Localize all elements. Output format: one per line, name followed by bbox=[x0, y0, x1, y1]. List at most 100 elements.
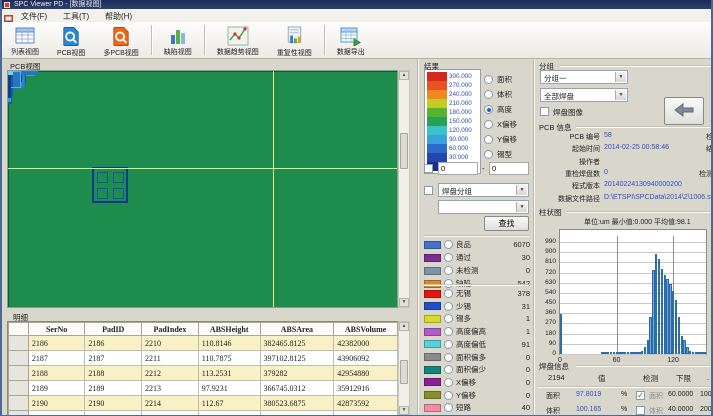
legend-item-Y偏移[interactable]: Y偏移0 bbox=[424, 390, 530, 401]
row-header-cell[interactable] bbox=[9, 366, 29, 381]
colorbar-tick: 180.000 bbox=[449, 109, 472, 116]
chevron-down-icon[interactable]: ▼ bbox=[516, 202, 527, 212]
height-colorbar: 300.000270.000240.000210.000180.000150.0… bbox=[424, 69, 481, 174]
metric-radio-2[interactable]: 高度 bbox=[484, 103, 512, 115]
radio-icon[interactable] bbox=[444, 253, 453, 262]
legend-item-X偏移[interactable]: X偏移0 bbox=[424, 377, 530, 388]
toolbar-button-multi-pcb-search[interactable]: 多PCB视图 bbox=[95, 23, 146, 57]
radio-icon[interactable] bbox=[484, 135, 493, 144]
radio-icon[interactable] bbox=[444, 327, 453, 336]
colorbar-band bbox=[427, 99, 447, 108]
toolbar-button-trend-chart[interactable]: 数据趋势视图 bbox=[209, 23, 267, 57]
group-filter-checkbox[interactable] bbox=[424, 186, 433, 195]
legend-item-少锡[interactable]: 少锡31 bbox=[424, 301, 530, 312]
groupbox-line bbox=[576, 126, 713, 127]
metric-radio-3[interactable]: X偏移 bbox=[484, 118, 517, 130]
range-filter-checkbox[interactable] bbox=[424, 164, 433, 173]
toolbar-button-list-view[interactable]: 列表视图 bbox=[3, 23, 47, 57]
search-button[interactable]: 查找 bbox=[484, 216, 529, 231]
range-from-input[interactable] bbox=[438, 162, 478, 175]
radio-icon[interactable] bbox=[484, 120, 493, 129]
table-cell: 2189 bbox=[28, 381, 85, 396]
radio-icon[interactable] bbox=[444, 314, 453, 323]
radio-icon[interactable] bbox=[444, 240, 453, 249]
metric-label: 体积 bbox=[497, 89, 512, 100]
radio-icon[interactable] bbox=[484, 150, 493, 159]
legend-item-高度偏低[interactable]: 高度偏低91 bbox=[424, 339, 530, 350]
row-header-cell[interactable] bbox=[9, 336, 29, 351]
legend-item-锡多[interactable]: 锡多1 bbox=[424, 313, 530, 324]
chevron-down-icon[interactable]: ▼ bbox=[516, 185, 527, 195]
radio-icon[interactable] bbox=[444, 403, 453, 412]
radio-icon[interactable] bbox=[444, 266, 453, 275]
table-row[interactable]: 21892189221397.9231366745.031235912916 bbox=[9, 381, 398, 396]
radio-icon[interactable] bbox=[444, 353, 453, 362]
legend-item-面积偏多[interactable]: 面积偏多0 bbox=[424, 352, 530, 363]
legend-count: 1 bbox=[526, 327, 530, 336]
pcb-bga-pad bbox=[97, 172, 108, 183]
legend-item-未检测[interactable]: 未检测0 bbox=[424, 265, 530, 276]
radio-icon[interactable] bbox=[484, 105, 493, 114]
pad-select[interactable]: 全部焊盘 ▼ bbox=[540, 88, 628, 102]
toolbar-button-pcb-search[interactable]: PCB视图 bbox=[49, 23, 93, 57]
pcb-canvas[interactable] bbox=[7, 70, 398, 308]
scroll-down-icon[interactable]: ▼ bbox=[399, 406, 409, 415]
radio-icon[interactable] bbox=[444, 391, 453, 400]
legend-item-高度偏高[interactable]: 高度偏高1 bbox=[424, 326, 530, 337]
table-row[interactable]: 218821882212113.253137928242954880 bbox=[9, 366, 398, 381]
legend-item-面积偏少[interactable]: 面积偏少0 bbox=[424, 364, 530, 375]
legend-item-良品[interactable]: 良品6070 bbox=[424, 239, 530, 250]
pad-image-checkbox[interactable] bbox=[540, 107, 549, 116]
scroll-down-icon[interactable]: ▼ bbox=[399, 298, 409, 307]
legend-item-短路[interactable]: 短路40 bbox=[424, 402, 530, 413]
pad-check[interactable] bbox=[636, 406, 645, 415]
scrollbar-thumb[interactable] bbox=[400, 133, 408, 169]
colorbar-row: 150.000 bbox=[427, 117, 478, 126]
radio-icon[interactable] bbox=[444, 340, 453, 349]
table-row[interactable]: 218721872211110.7875397102.812543906092 bbox=[9, 351, 398, 366]
colorbar-band bbox=[427, 144, 447, 153]
radio-icon[interactable] bbox=[444, 365, 453, 374]
radio-icon[interactable] bbox=[444, 302, 453, 311]
table-cell: 42873592 bbox=[334, 396, 398, 411]
chevron-down-icon[interactable]: ▼ bbox=[615, 90, 626, 100]
group-value-select[interactable]: ▼ bbox=[438, 200, 529, 214]
radio-icon[interactable] bbox=[444, 378, 453, 387]
metric-label: Y偏移 bbox=[497, 134, 517, 145]
radio-icon[interactable] bbox=[444, 289, 453, 298]
group-by-select[interactable]: 焊盘分组 ▼ bbox=[438, 183, 529, 197]
table-row[interactable]: 219021902214112.67380523.687542873592 bbox=[9, 396, 398, 411]
groupbox-line bbox=[576, 365, 713, 366]
back-arrow-button[interactable] bbox=[664, 97, 704, 125]
metric-radio-0[interactable]: 面积 bbox=[484, 73, 512, 85]
row-header-cell[interactable] bbox=[9, 351, 29, 366]
group-select[interactable]: 分组一 ▼ bbox=[540, 70, 628, 84]
radio-icon[interactable] bbox=[484, 75, 493, 84]
pad-check[interactable]: ✓ bbox=[636, 391, 645, 400]
y-axis-tick-label: 540 bbox=[534, 289, 556, 296]
table-row[interactable]: 218621862210110.8146382465.812542382000 bbox=[9, 336, 398, 351]
metric-radio-4[interactable]: Y偏移 bbox=[484, 133, 517, 145]
toolbar-button-data-export[interactable]: 数据导出 bbox=[329, 23, 373, 57]
legend-count: 40 bbox=[522, 403, 530, 412]
row-header-cell[interactable] bbox=[9, 396, 29, 411]
toolbar-button-repeat-report[interactable]: 重复性视图 bbox=[269, 23, 320, 57]
metric-radio-1[interactable]: 体积 bbox=[484, 88, 512, 100]
scrollbar-thumb[interactable] bbox=[400, 360, 408, 384]
legend-color-chip bbox=[424, 353, 441, 361]
scroll-up-icon[interactable]: ▲ bbox=[399, 71, 409, 80]
scroll-up-icon[interactable]: ▲ bbox=[399, 322, 409, 331]
legend-count: 378 bbox=[517, 289, 530, 298]
table-cell: 2213 bbox=[142, 381, 199, 396]
metric-radio-5[interactable]: 锡型 bbox=[484, 148, 512, 160]
toolbar-button-defect-chart[interactable]: 缺陷视图 bbox=[156, 23, 200, 57]
range-to-input[interactable] bbox=[489, 162, 529, 175]
legend-color-chip bbox=[424, 328, 441, 336]
detail-title: 明细 bbox=[13, 312, 28, 323]
radio-icon[interactable] bbox=[484, 90, 493, 99]
legend-item-通过[interactable]: 通过30 bbox=[424, 252, 530, 263]
legend-item-无锡[interactable]: 无锡378 bbox=[424, 288, 530, 299]
menu-app-icon[interactable] bbox=[4, 11, 13, 20]
chevron-down-icon[interactable]: ▼ bbox=[615, 72, 626, 82]
row-header-cell[interactable] bbox=[9, 381, 29, 396]
